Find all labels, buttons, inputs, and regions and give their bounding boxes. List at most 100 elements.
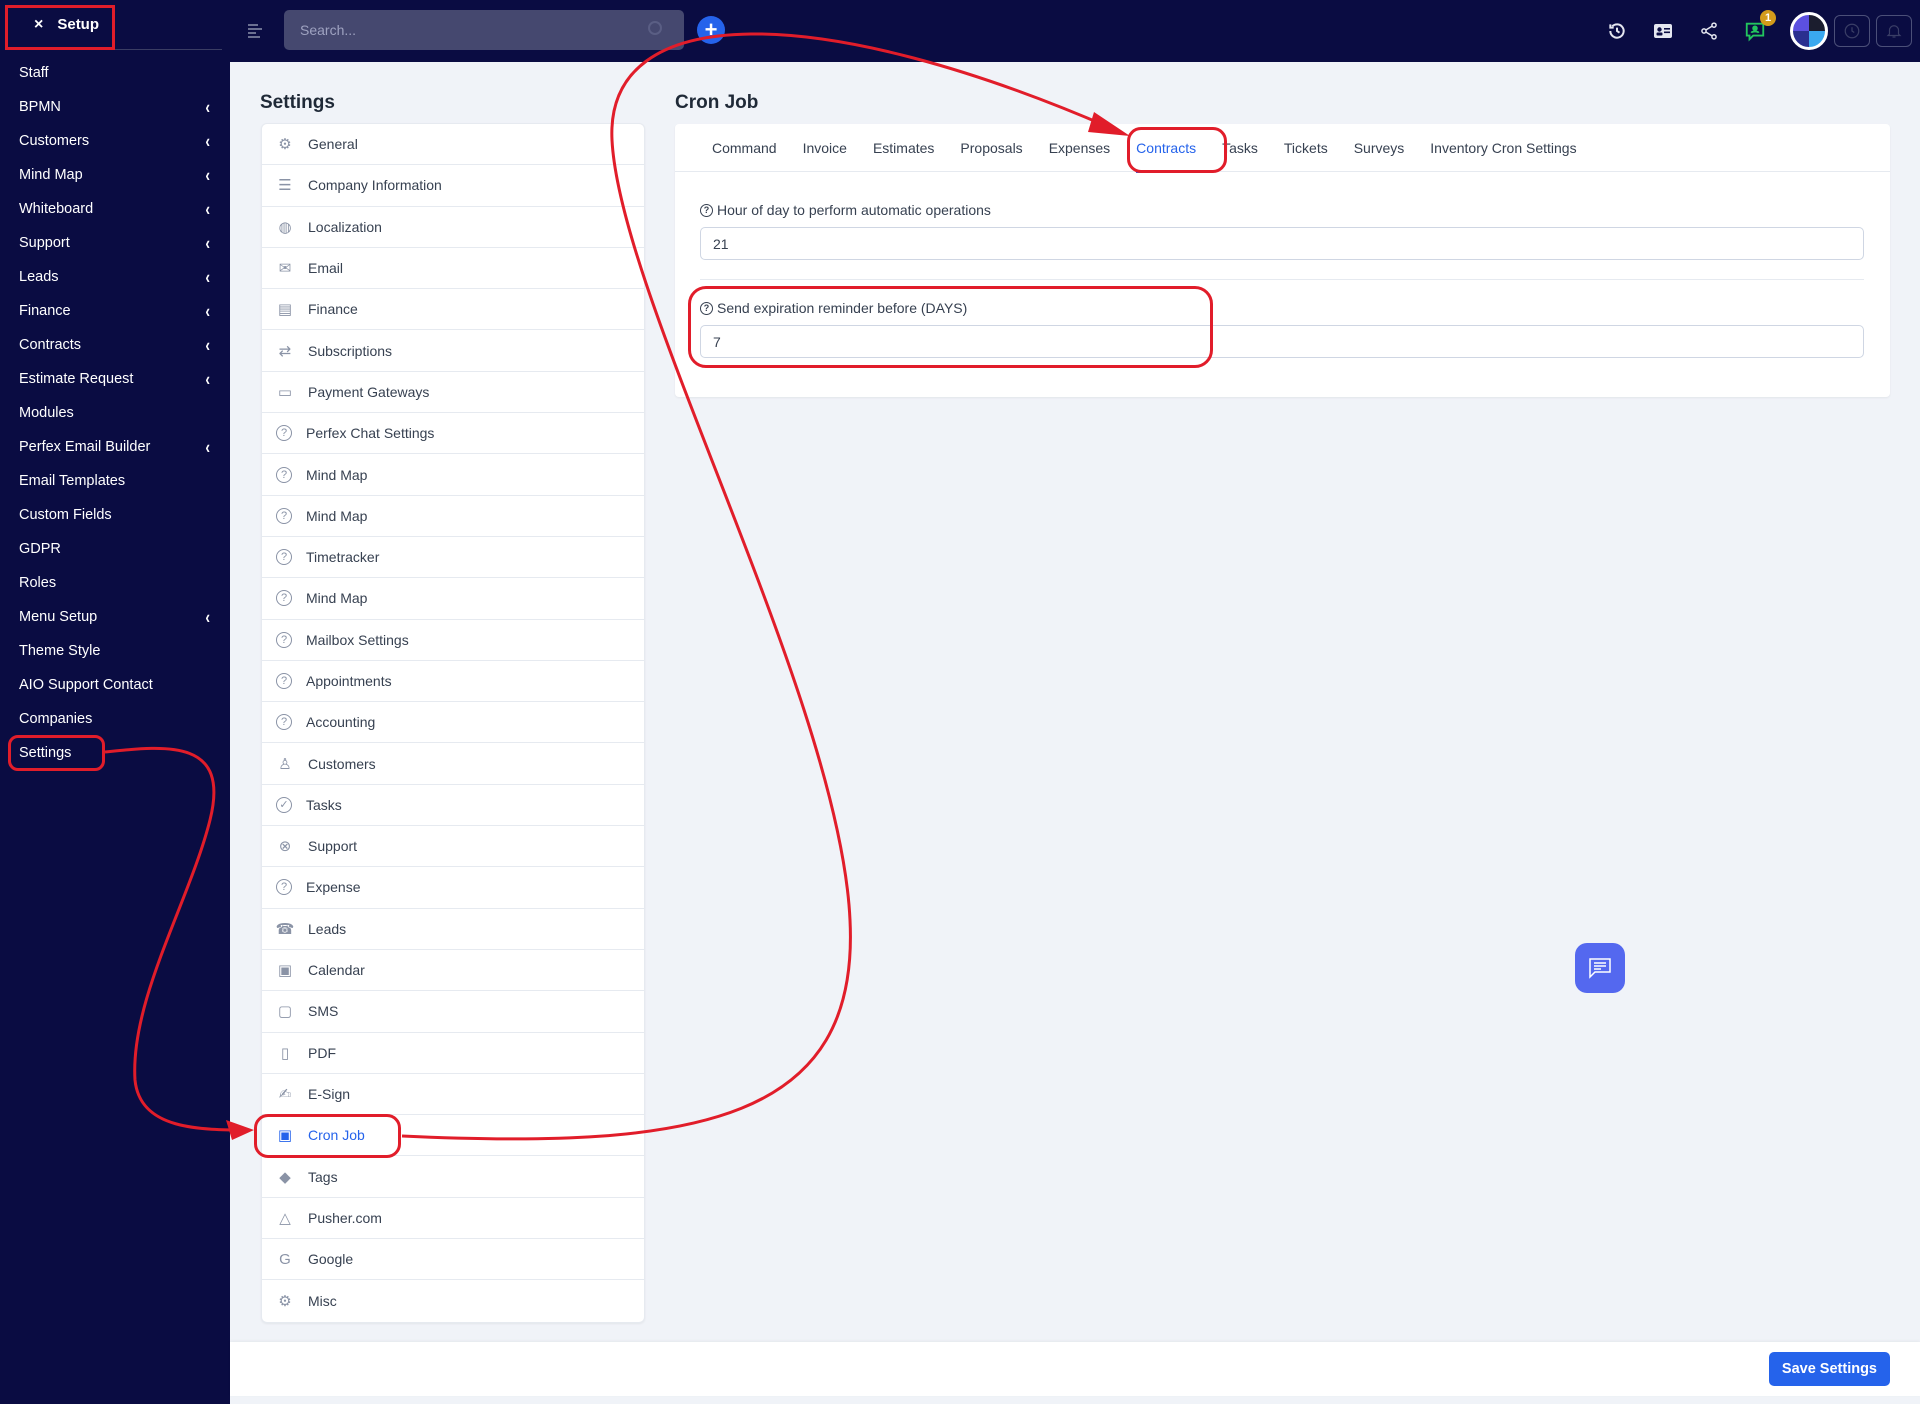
sidebar-item-roles[interactable]: Roles: [0, 566, 230, 600]
settings-item-mind-map[interactable]: ? Mind Map: [262, 496, 644, 537]
hour-of-day-input[interactable]: [700, 227, 1864, 260]
sidebar-item-custom-fields[interactable]: Custom Fields: [0, 498, 230, 532]
sidebar-item-email-templates[interactable]: Email Templates: [0, 464, 230, 498]
chat-support-icon[interactable]: 1: [1744, 10, 1776, 42]
chevron-left-icon[interactable]: ‹: [205, 97, 210, 118]
sidebar-item-aio-support-contact[interactable]: AIO Support Contact: [0, 668, 230, 702]
settings-item-google[interactable]: G Google: [262, 1239, 644, 1281]
clock-button[interactable]: [1834, 15, 1870, 47]
tab-expenses[interactable]: Expenses: [1049, 124, 1110, 172]
settings-item-calendar[interactable]: ▣ Calendar: [262, 950, 644, 992]
settings-item-expense[interactable]: ? Expense: [262, 867, 644, 909]
settings-item-tags[interactable]: ◆ Tags: [262, 1156, 644, 1198]
settings-item-misc[interactable]: ⚙ Misc: [262, 1280, 644, 1321]
chevron-left-icon[interactable]: ‹: [205, 437, 210, 458]
chevron-left-icon[interactable]: ‹: [205, 335, 210, 356]
help-icon[interactable]: ?: [700, 301, 713, 315]
sidebar-item-settings[interactable]: Settings: [0, 736, 230, 770]
chevron-left-icon[interactable]: ‹: [205, 233, 210, 254]
sidebar-item-customers[interactable]: Customers ‹: [0, 124, 230, 158]
sidebar-item-mind-map[interactable]: Mind Map ‹: [0, 158, 230, 192]
settings-item-accounting[interactable]: ? Accounting: [262, 702, 644, 744]
settings-item-mind-map[interactable]: ? Mind Map: [262, 578, 644, 620]
expiration-reminder-input[interactable]: [700, 325, 1864, 358]
settings-item-support[interactable]: ⊗ Support: [262, 826, 644, 868]
sidebar-item-label: Roles: [19, 575, 57, 591]
close-icon[interactable]: ×: [34, 16, 43, 34]
sidebar-item-companies[interactable]: Companies: [0, 702, 230, 736]
sidebar-item-menu-setup[interactable]: Menu Setup ‹: [0, 600, 230, 634]
settings-item-label: Finance: [308, 301, 358, 318]
sidebar-item-bpmn[interactable]: BPMN ‹: [0, 90, 230, 124]
chevron-left-icon[interactable]: ‹: [205, 267, 210, 288]
chevron-left-icon[interactable]: ‹: [205, 131, 210, 152]
sidebar-item-label: AIO Support Contact: [19, 677, 153, 693]
tab-tasks[interactable]: Tasks: [1222, 124, 1258, 172]
tab-proposals[interactable]: Proposals: [960, 124, 1022, 172]
notifications-button[interactable]: [1876, 15, 1912, 47]
settings-item-perfex-chat-settings[interactable]: ? Perfex Chat Settings: [262, 413, 644, 455]
chevron-left-icon[interactable]: ‹: [205, 199, 210, 220]
avatar[interactable]: [1790, 12, 1828, 50]
sidebar-item-perfex-email-builder[interactable]: Perfex Email Builder ‹: [0, 430, 230, 464]
settings-item-label: Subscriptions: [308, 342, 393, 359]
tab-surveys[interactable]: Surveys: [1354, 124, 1405, 172]
settings-item-general[interactable]: ⚙ General: [262, 124, 644, 166]
search-input[interactable]: [300, 22, 630, 38]
tab-estimates[interactable]: Estimates: [873, 124, 934, 172]
settings-item-appointments[interactable]: ? Appointments: [262, 661, 644, 703]
sidebar-item-staff[interactable]: Staff: [0, 56, 230, 90]
chevron-left-icon[interactable]: ‹: [205, 301, 210, 322]
settings-item-label: Calendar: [308, 962, 365, 979]
search-icon[interactable]: [648, 21, 662, 35]
sidebar-item-label: Customers: [19, 133, 90, 149]
tab-invoice[interactable]: Invoice: [803, 124, 847, 172]
sidebar-item-leads[interactable]: Leads ‹: [0, 260, 230, 294]
sidebar-item-gdpr[interactable]: GDPR: [0, 532, 230, 566]
sidebar-item-support[interactable]: Support ‹: [0, 226, 230, 260]
quick-create-button[interactable]: +: [697, 16, 725, 44]
check-circle-icon: ✓: [276, 796, 292, 813]
history-icon[interactable]: [1606, 20, 1628, 42]
contact-card-icon[interactable]: [1652, 20, 1674, 42]
settings-item-company-information[interactable]: ☰ Company Information: [262, 165, 644, 207]
settings-item-email[interactable]: ✉ Email: [262, 248, 644, 290]
settings-item-sms[interactable]: ▢ SMS: [262, 991, 644, 1033]
settings-item-pusher-com[interactable]: △ Pusher.com: [262, 1198, 644, 1240]
settings-item-payment-gateways[interactable]: ▭ Payment Gateways: [262, 372, 644, 414]
tab-tickets[interactable]: Tickets: [1284, 124, 1328, 172]
settings-item-e-sign[interactable]: ✍ E-Sign: [262, 1074, 644, 1116]
sidebar-item-label: Companies: [19, 711, 93, 727]
settings-item-subscriptions[interactable]: ⇄ Subscriptions: [262, 330, 644, 372]
sidebar-item-modules[interactable]: Modules: [0, 396, 230, 430]
help-icon[interactable]: ?: [700, 203, 713, 217]
sidebar-item-theme-style[interactable]: Theme Style: [0, 634, 230, 668]
sidebar-item-contracts[interactable]: Contracts ‹: [0, 328, 230, 362]
tab-command[interactable]: Command: [712, 124, 777, 172]
chevron-left-icon[interactable]: ‹: [205, 607, 210, 628]
settings-item-customers[interactable]: ♙ Customers: [262, 743, 644, 785]
settings-item-timetracker[interactable]: ? Timetracker: [262, 537, 644, 579]
tab-inventory-cron-settings[interactable]: Inventory Cron Settings: [1430, 124, 1576, 172]
sidebar-item-finance[interactable]: Finance ‹: [0, 294, 230, 328]
sidebar-item-whiteboard[interactable]: Whiteboard ‹: [0, 192, 230, 226]
settings-item-pdf[interactable]: ▯ PDF: [262, 1033, 644, 1074]
menu-toggle-icon[interactable]: [248, 24, 262, 38]
question-icon: ?: [276, 466, 292, 483]
tab-contracts[interactable]: Contracts: [1136, 124, 1196, 173]
settings-item-mailbox-settings[interactable]: ? Mailbox Settings: [262, 620, 644, 661]
settings-item-finance[interactable]: ▤ Finance: [262, 289, 644, 331]
settings-item-mind-map[interactable]: ? Mind Map: [262, 454, 644, 496]
settings-item-cron-job[interactable]: ▣ Cron Job: [262, 1115, 644, 1157]
save-settings-button[interactable]: Save Settings: [1768, 1352, 1890, 1386]
share-icon[interactable]: [1698, 20, 1720, 42]
chevron-left-icon[interactable]: ‹: [205, 165, 210, 186]
settings-item-localization[interactable]: ◍ Localization: [262, 207, 644, 248]
chevron-left-icon[interactable]: ‹: [205, 369, 210, 390]
sidebar: × Setup Staff BPMN ‹ Customers ‹ Mind Map ‹ Whi…: [0, 0, 230, 1404]
chat-button[interactable]: [1575, 943, 1625, 993]
settings-item-leads[interactable]: ☎ Leads: [262, 909, 644, 950]
sidebar-item-estimate-request[interactable]: Estimate Request ‹: [0, 362, 230, 396]
settings-item-label: SMS: [308, 1003, 339, 1020]
settings-item-tasks[interactable]: ✓ Tasks: [262, 785, 644, 827]
